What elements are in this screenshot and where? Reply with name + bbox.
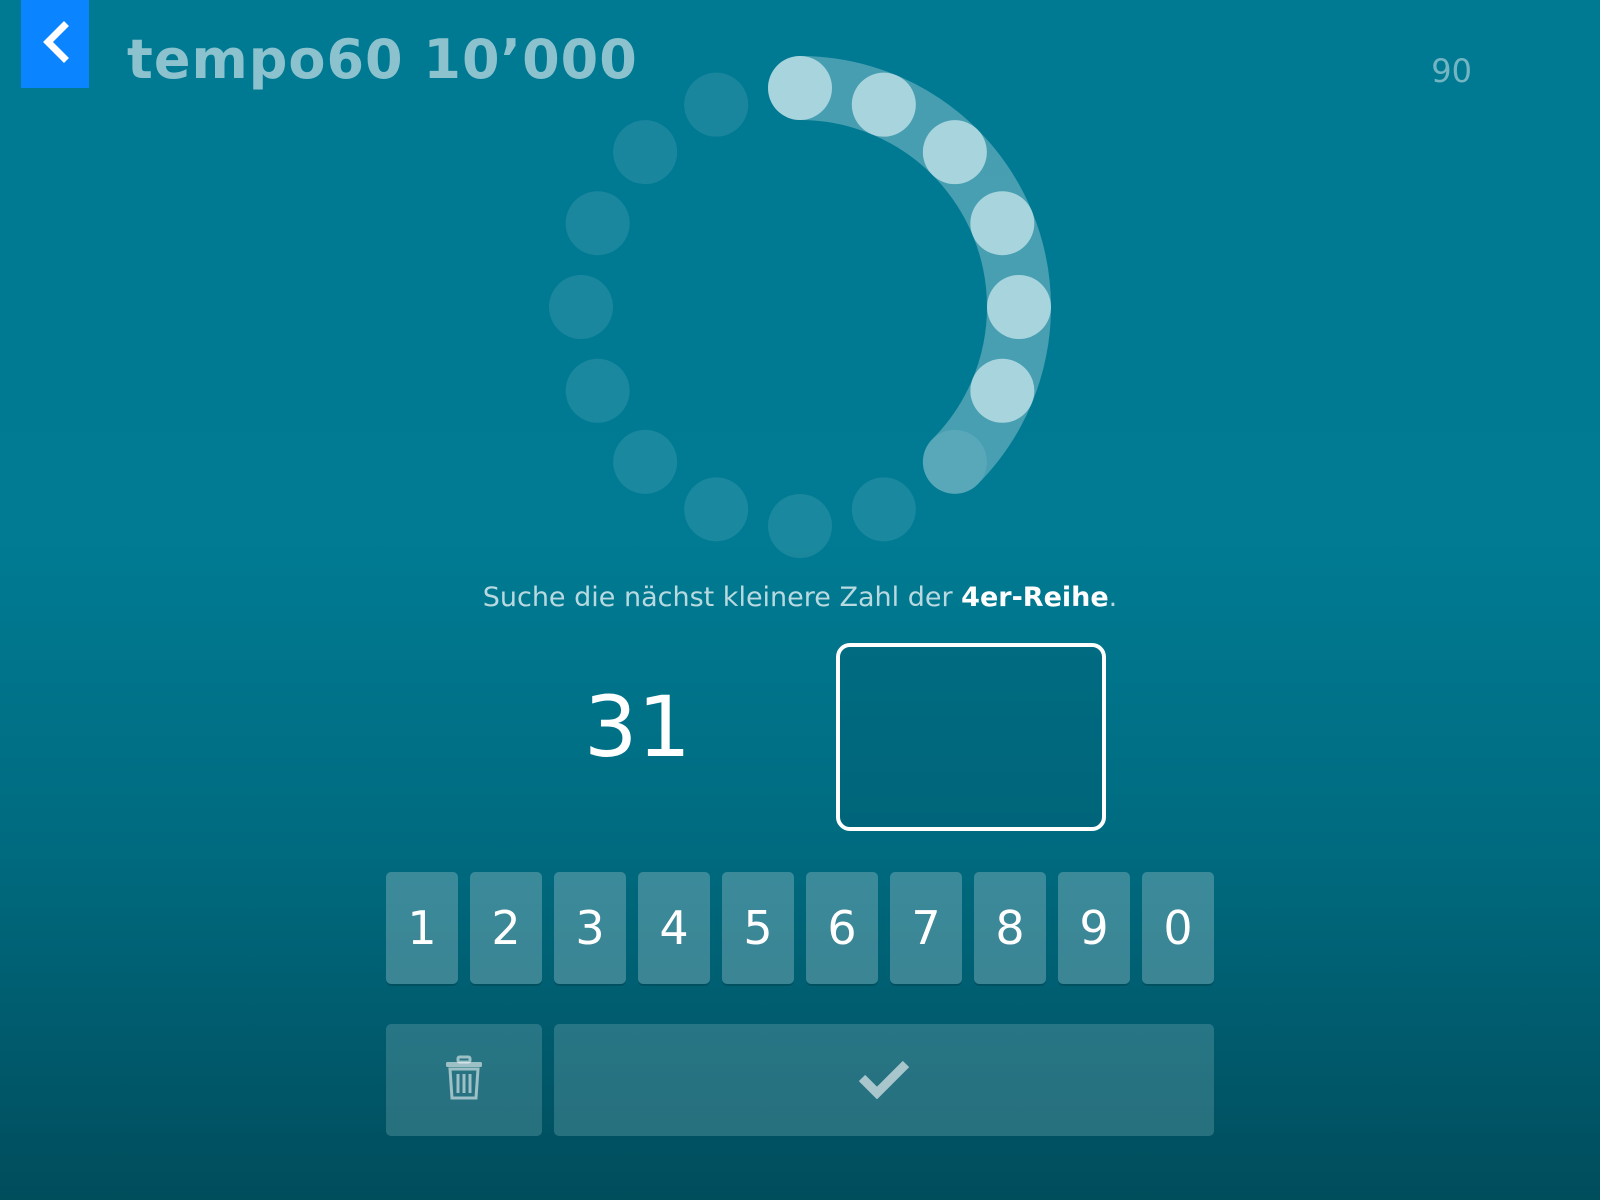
timer-dot-elapsed xyxy=(987,275,1051,339)
key-6[interactable]: 6 xyxy=(806,872,878,984)
timer-dot xyxy=(549,275,613,339)
key-4[interactable]: 4 xyxy=(638,872,710,984)
checkmark-icon xyxy=(857,1057,911,1103)
key-2[interactable]: 2 xyxy=(470,872,542,984)
key-3[interactable]: 3 xyxy=(554,872,626,984)
delete-button[interactable] xyxy=(386,1024,542,1136)
key-9[interactable]: 9 xyxy=(1058,872,1130,984)
timer-dots xyxy=(549,56,1051,558)
key-1[interactable]: 1 xyxy=(386,872,458,984)
timer-dot-elapsed xyxy=(851,72,916,137)
timer-dot-elapsed xyxy=(970,191,1035,256)
timer-dot xyxy=(565,358,630,423)
key-8[interactable]: 8 xyxy=(974,872,1046,984)
task-prompt: Suche die nächst kleinere Zahl der 4er-R… xyxy=(0,582,1600,613)
trash-icon xyxy=(444,1055,484,1105)
timer-dot xyxy=(684,72,749,137)
key-5[interactable]: 5 xyxy=(722,872,794,984)
timer-dot xyxy=(613,120,678,185)
submit-button[interactable] xyxy=(554,1024,1214,1136)
number-keypad: 1 2 3 4 5 6 7 8 9 0 xyxy=(386,872,1214,984)
timer-ring xyxy=(549,56,1051,558)
timer-dot xyxy=(851,477,916,542)
task-number: 31 xyxy=(584,678,691,776)
timer-dot xyxy=(922,429,987,494)
timer-dot-elapsed xyxy=(922,120,987,185)
timer-dot xyxy=(768,494,832,558)
prompt-suffix: . xyxy=(1108,582,1118,613)
key-7[interactable]: 7 xyxy=(890,872,962,984)
back-button[interactable] xyxy=(21,0,89,88)
timer-dot xyxy=(684,477,749,542)
score-counter: 90 xyxy=(1431,52,1472,90)
prompt-highlight: 4er-Reihe xyxy=(961,582,1109,613)
prompt-text: Suche die nächst kleinere Zahl der xyxy=(482,582,962,613)
timer-dot xyxy=(613,429,678,494)
chevron-left-icon xyxy=(38,20,72,68)
answer-field[interactable] xyxy=(836,643,1106,831)
key-0[interactable]: 0 xyxy=(1142,872,1214,984)
timer-dot xyxy=(565,191,630,256)
timer-dot-elapsed xyxy=(768,56,832,120)
timer-dot-elapsed xyxy=(970,358,1035,423)
